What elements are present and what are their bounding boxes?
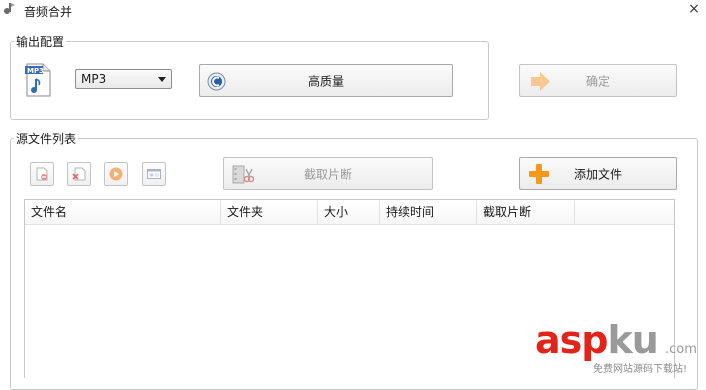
properties-button[interactable]	[142, 162, 166, 186]
source-files-label: 源文件列表	[14, 130, 79, 147]
table-header: 文件名 文件夹 大小 持续时间 截取片断	[25, 200, 674, 225]
column-header-cut-segment[interactable]: 截取片断	[477, 200, 575, 224]
close-button[interactable]: ×	[686, 0, 702, 18]
window-title: 音频合并	[24, 5, 73, 19]
column-header-duration[interactable]: 持续时间	[380, 200, 477, 224]
mp3-icon-text: MP3	[27, 67, 44, 75]
format-select[interactable]: MP3	[75, 69, 172, 89]
ok-button[interactable]: 确定	[519, 64, 677, 97]
remove-file-button[interactable]	[30, 162, 54, 186]
quality-button[interactable]: 高质量	[199, 64, 453, 97]
chevron-down-icon	[158, 77, 166, 82]
watermark-brand-red: asp	[535, 318, 608, 362]
watermark-suffix: .com	[665, 342, 697, 357]
watermark-brand: aspku	[535, 318, 659, 362]
column-header-filename[interactable]: 文件名	[25, 200, 221, 224]
watermark: aspku .com 免费网站源码下载站!	[535, 318, 703, 376]
remove-file-icon	[35, 167, 49, 181]
output-config-label: 输出配置	[14, 33, 67, 50]
app-icon	[2, 2, 16, 16]
cut-segment-button[interactable]: 截取片断	[223, 157, 433, 190]
properties-icon	[147, 167, 161, 181]
cut-segment-label: 截取片断	[303, 167, 352, 181]
play-button[interactable]	[104, 162, 128, 186]
format-select-value: MP3	[81, 72, 107, 86]
ok-button-label: 确定	[585, 74, 610, 88]
play-icon	[109, 167, 123, 181]
add-file-button[interactable]: 添加文件	[519, 157, 677, 190]
clear-files-icon	[72, 167, 86, 181]
quality-button-label: 高质量	[307, 74, 344, 88]
watermark-brand-grey: ku	[607, 318, 658, 362]
watermark-tagline: 免费网站源码下载站!	[593, 364, 688, 375]
clear-files-button[interactable]	[67, 162, 91, 186]
add-file-label: 添加文件	[573, 167, 622, 181]
mp3-file-icon: MP3	[24, 63, 54, 97]
column-header-folder[interactable]: 文件夹	[221, 200, 318, 224]
column-header-size[interactable]: 大小	[318, 200, 380, 224]
